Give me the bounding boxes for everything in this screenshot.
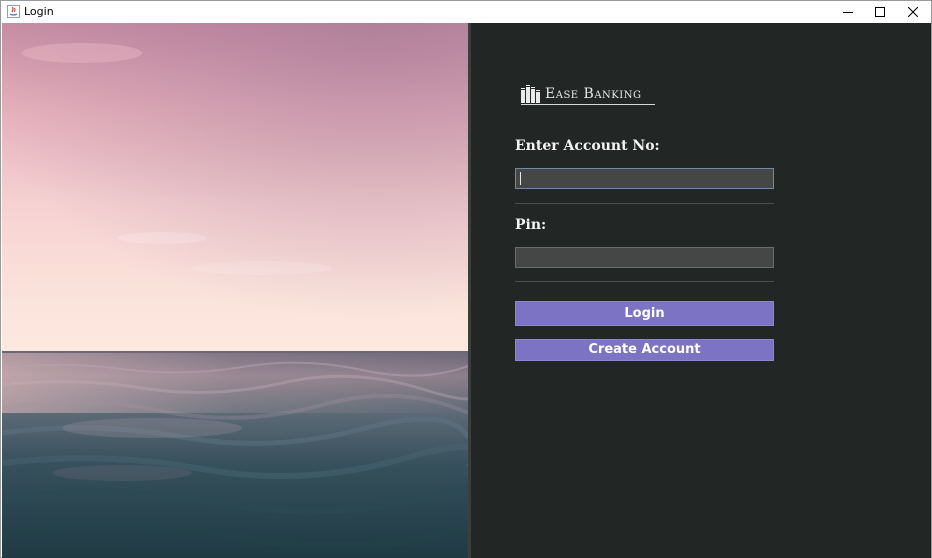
account-number-label: Enter Account No:: [515, 138, 660, 154]
text-caret: [520, 172, 521, 185]
maximize-button[interactable]: [863, 1, 897, 23]
close-icon: [908, 7, 918, 17]
window-title: Login: [24, 5, 54, 18]
minimize-button[interactable]: [831, 1, 865, 23]
account-number-input[interactable]: [515, 168, 774, 189]
pin-label: Pin:: [515, 217, 547, 233]
brand-logo: Ease Banking: [521, 85, 661, 105]
account-separator: [515, 203, 774, 204]
brand-underline: [521, 104, 655, 105]
pin-separator: [515, 281, 774, 282]
window-content: Ease Banking Enter Account No: Pin: Logi…: [2, 23, 931, 558]
minimize-icon: [843, 12, 853, 13]
pin-input[interactable]: [515, 247, 774, 268]
ocean-sunset-image: [2, 23, 468, 558]
login-button[interactable]: Login: [515, 301, 774, 326]
create-account-button[interactable]: Create Account: [515, 339, 774, 361]
brand-name: Ease Banking: [545, 86, 642, 102]
title-bar[interactable]: Login: [1, 1, 931, 23]
bank-columns-icon: [521, 85, 540, 103]
login-form-panel: Ease Banking Enter Account No: Pin: Logi…: [471, 23, 931, 558]
close-button[interactable]: [896, 1, 930, 23]
login-window: Login Ease Banking Enter Account No: Pin…: [0, 0, 932, 558]
java-app-icon: [7, 5, 20, 18]
maximize-icon: [875, 7, 885, 17]
